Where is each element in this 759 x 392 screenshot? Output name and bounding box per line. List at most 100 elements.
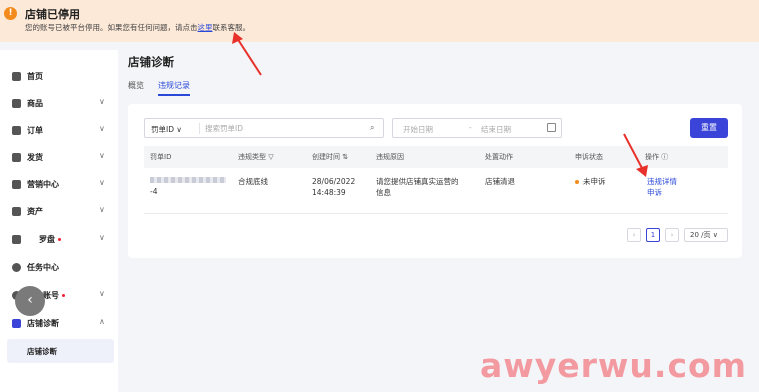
- appeal-status-cell: 未申诉: [575, 176, 606, 187]
- sidebar-item-label: 发货: [27, 153, 43, 162]
- col-header-ticket-id: 罚单ID: [150, 153, 172, 161]
- divider: [199, 123, 200, 134]
- annotation-arrow-icon: [232, 32, 262, 76]
- compass-icon: [12, 235, 21, 244]
- created-time-cell: 28/06/2022 14:48:39: [312, 176, 355, 198]
- banner-message: 您的账号已被平台停用。如果您有任何问题，请点击这里联系客服。: [25, 22, 250, 33]
- order-icon: [12, 126, 21, 135]
- calendar-icon[interactable]: [547, 123, 556, 132]
- reset-button[interactable]: 重置: [690, 118, 728, 138]
- sidebar-item-label: 订单: [27, 126, 43, 135]
- tab-overview[interactable]: 概览: [128, 80, 144, 91]
- sort-icon[interactable]: ⇅: [342, 153, 348, 161]
- help-icon[interactable]: ⓘ: [661, 153, 668, 161]
- appeal-link[interactable]: 申诉: [647, 188, 662, 197]
- sidebar-item-orders[interactable]: 订单 ∨: [0, 121, 118, 141]
- sidebar-item-home[interactable]: 首页: [0, 67, 118, 87]
- search-type-value: 罚单ID: [151, 125, 174, 134]
- chevron-down-icon: ∨: [99, 97, 105, 106]
- col-header-violation-type[interactable]: 违规类型 ▽: [238, 152, 274, 162]
- chevron-down-icon: ∨: [99, 205, 105, 214]
- ticket-id-suffix: -4: [150, 187, 158, 196]
- date-range-picker[interactable]: 开始日期 - 结束日期: [392, 118, 562, 138]
- status-dot: [575, 180, 579, 184]
- sidebar-item-label: 营销中心: [27, 180, 59, 189]
- col-header-label: 创建时间: [312, 153, 340, 161]
- redacted-id: [150, 177, 226, 183]
- tab-violation-records[interactable]: 违规记录: [158, 80, 190, 96]
- col-header-label: 违规类型: [238, 153, 266, 161]
- created-date: 28/06/2022: [312, 177, 356, 186]
- sidebar-subitem-store-diagnosis[interactable]: 店铺诊断: [7, 339, 114, 363]
- reason-line: 请您提供店铺真实运营的: [376, 177, 459, 186]
- chevron-down-icon: ∨: [99, 124, 105, 133]
- date-separator: -: [469, 123, 472, 132]
- filter-icon[interactable]: ▽: [268, 153, 273, 161]
- violation-details-link[interactable]: 违规详情: [647, 177, 677, 186]
- sidebar-item-marketing[interactable]: 营销中心 ∨: [0, 175, 118, 195]
- next-page-button[interactable]: ›: [665, 228, 679, 242]
- violation-records-card: 罚单ID ∨ ⌕ 开始日期 - 结束日期 重置 罚单ID 违规类型 ▽ 创建时间…: [128, 104, 742, 258]
- contact-support-link[interactable]: 这里: [198, 23, 213, 32]
- annotation-arrow-icon: [623, 133, 648, 177]
- sidebar-item-assets[interactable]: 资产 ∨: [0, 202, 118, 222]
- ticket-id-cell: -4: [150, 175, 226, 197]
- start-date-field[interactable]: 开始日期: [403, 124, 433, 135]
- sidebar-item-compass[interactable]: 罗盘 ∨: [0, 230, 118, 250]
- collapse-sidebar-button[interactable]: ‹: [15, 286, 45, 316]
- col-header-reason: 违规原因: [376, 153, 404, 161]
- search-input[interactable]: [205, 120, 355, 136]
- diagnosis-icon: [12, 319, 21, 328]
- col-header-created-time[interactable]: 创建时间 ⇅: [312, 152, 348, 162]
- end-date-field[interactable]: 结束日期: [481, 124, 511, 135]
- new-dot: [62, 294, 65, 297]
- store-disabled-banner: ! 店铺已停用 您的账号已被平台停用。如果您有任何问题，请点击这里联系客服。: [0, 0, 759, 42]
- col-header-appeal-status: 申诉状态: [575, 153, 603, 161]
- search-icon[interactable]: ⌕: [370, 123, 374, 133]
- sidebar-item-label: 资产: [27, 207, 43, 216]
- chevron-down-icon: ∨: [99, 178, 105, 187]
- home-icon: [12, 72, 21, 81]
- banner-title: 店铺已停用: [25, 8, 80, 21]
- sidebar-item-task-center[interactable]: 任务中心: [0, 258, 118, 278]
- sidebar-subitem-label: 店铺诊断: [27, 347, 57, 356]
- page-1-button[interactable]: 1: [646, 228, 660, 242]
- col-header-action: 处置动作: [485, 153, 513, 161]
- marketing-icon: [12, 180, 21, 189]
- sidebar-item-label: 罗盘: [39, 234, 61, 245]
- sidebar-item-label: 任务中心: [27, 263, 59, 272]
- chevron-up-icon: ∧: [99, 317, 105, 326]
- shipping-icon: [12, 153, 21, 162]
- reason-line: 信息: [376, 188, 391, 197]
- sidebar: 首页 商品 ∨ 订单 ∨ 发货 ∨ 营销中心 ∨ 资产 ∨ 罗盘 ∨ 任务中心 …: [0, 50, 118, 392]
- chevron-down-icon: ∨: [99, 233, 105, 242]
- search-type-select[interactable]: 罚单ID ∨: [151, 124, 182, 135]
- chevron-down-icon: ∨: [99, 289, 105, 298]
- wallet-icon: [12, 207, 21, 216]
- sidebar-item-store-diagnosis[interactable]: 店铺诊断 ∧: [0, 314, 118, 334]
- sidebar-item-label: 首页: [27, 72, 43, 81]
- sidebar-item-label: 店铺诊断: [27, 319, 59, 328]
- created-clock: 14:48:39: [312, 188, 346, 197]
- warning-icon: !: [4, 7, 17, 20]
- new-dot: [58, 238, 61, 241]
- sidebar-item-products[interactable]: 商品 ∨: [0, 94, 118, 114]
- appeal-status-text: 未申诉: [583, 177, 606, 186]
- sidebar-item-label-text: 罗盘: [39, 235, 55, 244]
- banner-message-text: 您的账号已被平台停用。如果您有任何问题，请点击: [25, 23, 198, 32]
- id-search-group: 罚单ID ∨ ⌕: [144, 118, 384, 138]
- watermark: awyerwu.com: [480, 346, 748, 385]
- violation-type-cell: 合规底线: [238, 177, 268, 186]
- chevron-down-icon: ∨: [99, 151, 105, 160]
- task-icon: [12, 263, 21, 272]
- prev-page-button[interactable]: ‹: [627, 228, 641, 242]
- sidebar-item-label: 商品: [27, 99, 43, 108]
- action-cell: 店铺清退: [485, 177, 515, 186]
- page-size-value: 20 /页: [690, 231, 711, 239]
- sidebar-item-shipping[interactable]: 发货 ∨: [0, 148, 118, 168]
- page-size-select[interactable]: 20 /页 ∨: [684, 228, 728, 242]
- operations-cell: 违规详情 申诉: [647, 176, 677, 198]
- reason-cell: 请您提供店铺真实运营的 信息: [376, 176, 459, 198]
- page-title: 店铺诊断: [128, 55, 174, 69]
- product-icon: [12, 99, 21, 108]
